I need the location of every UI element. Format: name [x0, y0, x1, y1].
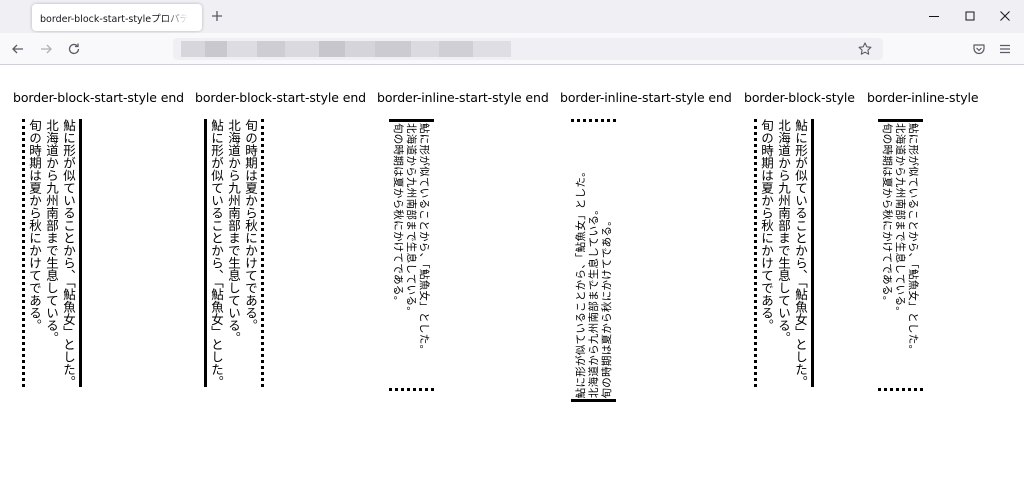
demo-line: 旬の時期は夏から秋にかけてである。 [392, 123, 404, 307]
demo-label: border-block-start-style end [195, 90, 366, 105]
demo-line: 旬の時期は夏から秋にかけてである。 [759, 119, 774, 332]
demo-box: 旬の時期は夏から秋にかけてである。 北海道から九州南部まで生息している。 鮎に形… [204, 119, 264, 388]
demo-line: 旬の時期は夏から秋にかけてである。 [27, 119, 42, 332]
demo-line: 旬の時期は夏から秋にかけてである。 [881, 123, 893, 307]
demo-label: border-inline-start-style end [377, 90, 549, 105]
back-arrow-icon[interactable] [10, 41, 26, 57]
url-bar[interactable] [173, 38, 883, 60]
tab-title: border-block-start-styleプロパティ, bo [40, 13, 188, 25]
hamburger-menu-icon[interactable] [997, 41, 1013, 57]
demo-line: 旬の時期は夏から秋にかけてである。 [243, 119, 258, 332]
demo-line: 北海道から九州南部まで生息している。 [776, 119, 791, 344]
demo-box: 鮎に形が似ていることから、「鮎魚女」とした。 北海道から九州南部まで生息している… [878, 119, 923, 391]
demo-box: 鮎に形が似ていることから、「鮎魚女」とした。 北海道から九州南部まで生息している… [389, 119, 434, 391]
demo-line: 北海道から九州南部まで生息している。 [894, 123, 906, 318]
reload-icon[interactable] [66, 41, 82, 57]
demo-label: border-inline-start-style end [560, 90, 732, 105]
plus-icon[interactable] [209, 8, 225, 24]
demo-line: 鮎に形が似ていることから、「鮎魚女」とした。 [209, 119, 224, 388]
navigation-bar [0, 33, 1024, 65]
demo-line: 北海道から九州南部まで生息している。 [588, 203, 600, 398]
demo-box: 鮎に形が似ていることから、「鮎魚女」とした。 北海道から九州南部まで生息している… [571, 119, 616, 402]
demo-line: 北海道から九州南部まで生息している。 [226, 119, 241, 344]
demo-line: 旬の時期は夏から秋にかけてである。 [601, 214, 613, 399]
demo-label: border-inline-style [867, 90, 979, 105]
tab-bar: border-block-start-styleプロパティ, bo [0, 0, 1024, 33]
page-content: border-block-start-style end 鮎に形が似ていることか… [0, 66, 1024, 499]
demo-line: 鮎に形が似ていることから、「鮎魚女」とした。 [418, 123, 430, 356]
demo-line: 鮎に形が似ていることから、「鮎魚女」とした。 [793, 119, 808, 388]
close-window-icon[interactable] [997, 8, 1013, 24]
demo-label: border-block-style [744, 90, 855, 105]
demo-box: 鮎に形が似ていることから、「鮎魚女」とした。 北海道から九州南部まで生息している… [22, 119, 82, 388]
demo-box: 鮎に形が似ていることから、「鮎魚女」とした。 北海道から九州南部まで生息している… [754, 119, 814, 388]
demo-line: 鮎に形が似ていることから、「鮎魚女」とした。 [61, 119, 76, 388]
maximize-icon[interactable] [962, 8, 978, 24]
demo-line: 北海道から九州南部まで生息している。 [44, 119, 59, 344]
demo-line: 鮎に形が似ていることから、「鮎魚女」とした。 [907, 123, 919, 356]
pocket-icon[interactable] [971, 41, 987, 57]
minimize-icon[interactable] [926, 8, 942, 24]
url-text-blurred [181, 41, 511, 57]
forward-arrow-icon[interactable] [38, 41, 54, 57]
active-tab[interactable]: border-block-start-styleプロパティ, bo [32, 4, 202, 31]
demo-label: border-block-start-style end [13, 90, 184, 105]
demo-line: 北海道から九州南部まで生息している。 [405, 123, 417, 318]
demo-line: 鮎に形が似ていることから、「鮎魚女」とした。 [575, 165, 587, 398]
star-icon[interactable] [857, 41, 873, 57]
